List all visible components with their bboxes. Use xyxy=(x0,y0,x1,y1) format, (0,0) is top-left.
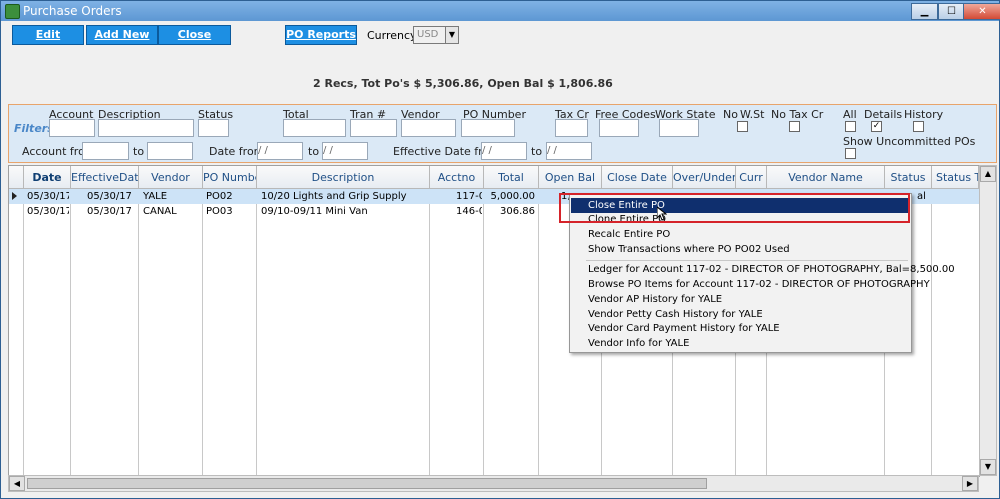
scroll-left-arrow-icon[interactable]: ◀ xyxy=(9,476,25,491)
cell-date: 05/30/17 xyxy=(27,191,69,202)
title-bar: Purchase Orders ▁ ☐ ✕ xyxy=(1,1,1000,21)
horizontal-scrollbar[interactable]: ◀ ▶ xyxy=(8,475,979,492)
highlight-annotation-box xyxy=(559,193,910,223)
cell-vendor: YALE xyxy=(143,191,168,202)
minimize-button[interactable]: ▁ xyxy=(911,3,938,20)
tax-cr-input[interactable] xyxy=(555,119,588,137)
menu-item-vendor-card-payment-history[interactable]: Vendor Card Payment History for YALE xyxy=(571,321,910,336)
col-header-acctno[interactable]: Acctno xyxy=(430,166,484,189)
col-header-status-type[interactable]: Status Type xyxy=(932,166,979,189)
menu-item-show-transactions[interactable]: Show Transactions where PO PO02 Used xyxy=(571,242,910,257)
wst-label: W.St xyxy=(740,108,765,121)
scroll-up-arrow-icon[interactable]: ▲ xyxy=(980,166,996,182)
menu-item-vendor-ap-history[interactable]: Vendor AP History for YALE xyxy=(571,292,910,307)
tran-input[interactable] xyxy=(350,119,397,137)
vendor-input[interactable] xyxy=(401,119,456,137)
all-label: All xyxy=(843,108,857,121)
window-title: Purchase Orders xyxy=(23,4,122,18)
description-input[interactable] xyxy=(98,119,194,137)
work-state-input[interactable] xyxy=(659,119,699,137)
chevron-down-icon[interactable]: ▼ xyxy=(445,27,458,43)
cell-acctno: 146-04 xyxy=(456,206,482,217)
col-header-curr[interactable]: Curr xyxy=(736,166,767,189)
account-from-input[interactable] xyxy=(82,142,129,160)
no-tax-cr-label: No Tax Cr xyxy=(771,108,824,121)
col-header-status[interactable]: Status xyxy=(885,166,932,189)
add-new-button[interactable]: Add New xyxy=(86,25,158,45)
col-header-po-number[interactable]: PO Number xyxy=(203,166,257,189)
filters-panel: Filters Account Description Status Total… xyxy=(8,104,997,163)
row-indicator-header xyxy=(9,166,24,189)
account-to-input[interactable] xyxy=(147,142,193,160)
cell-acctno: 117-02 xyxy=(456,191,482,202)
status-input[interactable] xyxy=(198,119,229,137)
col-header-vendor[interactable]: Vendor xyxy=(139,166,203,189)
menu-separator xyxy=(586,260,908,261)
wst-checkbox[interactable] xyxy=(737,121,748,132)
horizontal-scroll-thumb[interactable] xyxy=(27,478,707,489)
scroll-right-arrow-icon[interactable]: ▶ xyxy=(962,476,978,491)
close-window-button[interactable]: ✕ xyxy=(963,3,1000,20)
menu-item-browse-po-items[interactable]: Browse PO Items for Account 117-02 - DIR… xyxy=(571,277,930,292)
col-header-effective-date[interactable]: EffectiveDate xyxy=(71,166,139,189)
cell-total: 306.86 xyxy=(500,206,535,217)
menu-item-vendor-info[interactable]: Vendor Info for YALE xyxy=(571,336,910,351)
cell-description: 09/10-09/11 Mini Van xyxy=(261,206,368,217)
cell-po-number: PO03 xyxy=(206,206,233,217)
date-from-input[interactable]: / / xyxy=(257,142,303,160)
details-checkbox[interactable]: ✓ xyxy=(871,121,882,132)
account-input[interactable] xyxy=(49,119,95,137)
scroll-down-arrow-icon[interactable]: ▼ xyxy=(980,459,996,475)
history-label: History xyxy=(904,108,944,121)
cell-vendor: CANAL xyxy=(143,206,177,217)
currency-value: USD xyxy=(417,29,439,40)
free-codes-input[interactable] xyxy=(599,119,639,137)
date-to-label: to xyxy=(308,145,320,158)
no-label: No xyxy=(723,108,738,121)
col-header-total[interactable]: Total xyxy=(484,166,539,189)
currency-select[interactable]: USD ▼ xyxy=(413,26,459,44)
app-icon xyxy=(5,4,20,19)
cell-description: 10/20 Lights and Grip Supply xyxy=(261,191,407,202)
col-header-open-bal[interactable]: Open Bal xyxy=(539,166,602,189)
menu-item-ledger-for-account[interactable]: Ledger for Account 117-02 - DIRECTOR OF … xyxy=(571,262,955,277)
cell-po-number: PO02 xyxy=(206,191,233,202)
cell-effective-date: 05/30/17 xyxy=(87,206,132,217)
po-reports-button[interactable]: PO Reports xyxy=(285,25,357,45)
col-header-vendor-name[interactable]: Vendor Name xyxy=(767,166,885,189)
effective-date-to-label: to xyxy=(531,145,543,158)
mouse-pointer-icon xyxy=(657,207,667,221)
date-to-input[interactable]: / / xyxy=(322,142,368,160)
purchase-orders-window: Purchase Orders ▁ ☐ ✕ Edit Add New Close… xyxy=(0,0,1000,499)
menu-item-vendor-petty-cash-history[interactable]: Vendor Petty Cash History for YALE xyxy=(571,307,910,322)
effective-date-to-input[interactable]: / / xyxy=(546,142,592,160)
cell-total: 5,000.00 xyxy=(490,191,535,202)
col-header-over-under[interactable]: Over/Under xyxy=(673,166,736,189)
summary-text: 2 Recs, Tot Po's $ 5,306.86, Open Bal $ … xyxy=(313,77,613,90)
cell-status: al xyxy=(917,191,926,202)
menu-item-recalc-entire-po[interactable]: Recalc Entire PO xyxy=(571,227,910,242)
effective-date-from-input[interactable]: / / xyxy=(481,142,527,160)
show-uncommitted-checkbox[interactable] xyxy=(845,148,856,159)
row-pointer-icon xyxy=(12,192,17,200)
close-button[interactable]: Close xyxy=(158,25,231,45)
currency-label: Currency xyxy=(367,29,417,42)
cell-date: 05/30/17 xyxy=(27,206,69,217)
cell-effective-date: 05/30/17 xyxy=(87,191,132,202)
filters-title: Filters xyxy=(14,122,54,135)
vertical-scrollbar[interactable]: ▲ ▼ xyxy=(979,165,997,476)
col-header-description[interactable]: Description xyxy=(257,166,430,189)
all-checkbox[interactable] xyxy=(845,121,856,132)
maximize-button[interactable]: ☐ xyxy=(938,3,965,20)
edit-button[interactable]: Edit xyxy=(12,25,84,45)
account-to-label: to xyxy=(133,145,145,158)
po-number-input[interactable] xyxy=(461,119,515,137)
details-label: Details xyxy=(864,108,903,121)
show-uncommitted-label: Show Uncommitted POs xyxy=(843,135,976,148)
col-header-date[interactable]: Date xyxy=(24,166,71,189)
total-input[interactable] xyxy=(283,119,346,137)
no-tax-cr-checkbox[interactable] xyxy=(789,121,800,132)
col-header-close-date[interactable]: Close Date xyxy=(602,166,673,189)
history-checkbox[interactable] xyxy=(913,121,924,132)
